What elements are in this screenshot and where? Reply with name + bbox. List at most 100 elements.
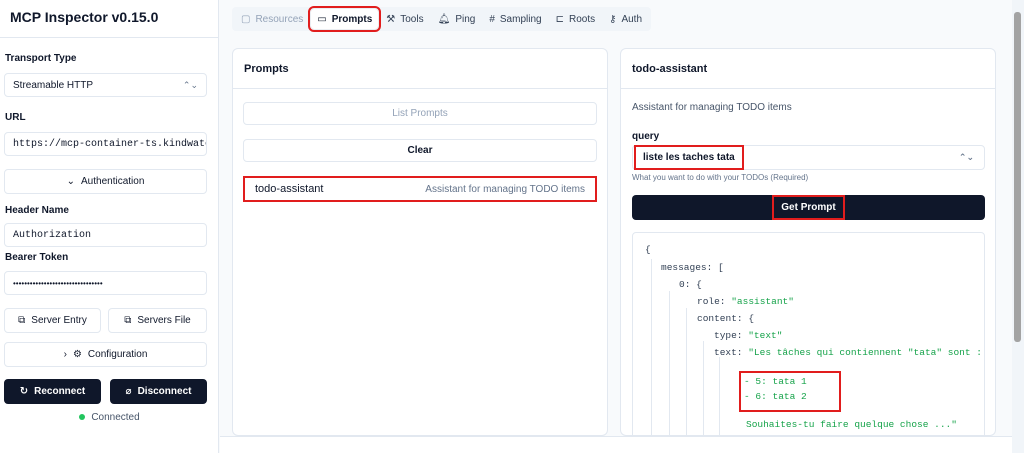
tab-prompts[interactable]: ▭ Prompts [308,6,382,32]
json-brace: { [696,279,702,290]
tab-label: Ping [455,13,476,25]
url-value: https://mcp-container-ts.kindwater [13,138,207,150]
chevron-down-icon: ⌄ [66,176,75,187]
prompt-description: Assistant for managing TODO items [425,183,585,195]
indent-guide [686,308,687,451]
list-prompts-button[interactable]: List Prompts [243,102,597,125]
prompt-detail-description: Assistant for managing TODO items [632,102,792,113]
reconnect-button[interactable]: ↻ Reconnect [4,379,101,404]
prompt-name: todo-assistant [255,183,324,195]
tab-ping[interactable]: 🔔︎ Ping [432,9,482,29]
disconnect-label: Disconnect [137,386,192,397]
header-name-input[interactable]: Authorization [4,223,207,247]
json-text-line-2: - 5: tata 1 [744,376,807,387]
json-type-line: type: "text" [714,330,782,341]
server-entry-label: Server Entry [31,315,87,326]
disconnect-button[interactable]: ⌀ Disconnect [110,379,207,404]
reconnect-label: Reconnect [34,386,86,397]
tab-label: Auth [621,13,643,25]
json-key: content: [697,313,743,324]
app-title: MCP Inspector v0.15.0 [0,0,218,38]
configuration-button[interactable]: › ⚙ Configuration [4,342,207,367]
bearer-token-label: Bearer Token [5,252,69,263]
transport-type-select[interactable]: Streamable HTTP ⌃⌄ [4,73,207,97]
authentication-label: Authentication [81,176,145,187]
json-string: "assistant" [731,296,794,307]
tab-label: Prompts [331,13,373,25]
tab-sampling[interactable]: # Sampling [483,9,547,29]
authentication-button[interactable]: ⌄ Authentication [4,169,207,194]
tools-icon: ⚒ [386,13,396,25]
gear-icon: ⚙ [72,349,82,360]
query-input[interactable]: liste les taches tata ⌃⌄ [632,145,985,170]
header-name-value: Authorization [13,229,92,241]
resources-icon: ▢ [241,13,251,25]
tab-label: Tools [400,13,424,25]
get-prompt-label: Get Prompt [772,195,845,220]
bearer-token-value: •••••••••••••••••••••••••••••••• [13,278,103,288]
indent-guide [669,291,670,451]
transport-type-label: Transport Type [5,53,77,64]
json-content-line: content: { [697,313,754,324]
query-value: liste les taches tata [634,145,744,170]
json-result-viewer: { messages: [ 0: { role: "assistant" con… [632,232,985,452]
query-help-text: What you want to do with your TODOs (Req… [632,173,809,182]
json-text-line: text: "Les tâches qui contiennent "tata"… [714,347,982,358]
json-key: 0: [679,279,691,290]
prompt-detail-panel: todo-assistant Assistant for managing TO… [620,48,996,452]
prompts-icon: ▭ [317,13,327,25]
json-index-line: 0: { [679,279,702,290]
prompts-panel-title: Prompts [233,49,607,89]
refresh-icon: ↻ [19,386,29,397]
copy-icon: ⧉ [18,315,26,326]
sidebar: MCP Inspector v0.15.0 Transport Type Str… [0,0,219,453]
copy-icon: ⧉ [124,315,132,326]
json-key: role: [697,296,726,307]
query-label: query [632,131,660,142]
connection-status: Connected [0,412,219,423]
json-key: type: [714,330,743,341]
page-scrollbar[interactable] [1012,0,1024,453]
prompt-list-item[interactable]: todo-assistant Assistant for managing TO… [243,176,597,202]
server-entry-button[interactable]: ⧉ Server Entry [4,308,101,333]
status-dot [79,414,86,421]
tab-label: Sampling [499,13,542,25]
tab-label: Roots [568,13,596,25]
transport-type-value: Streamable HTTP [13,79,94,91]
tab-roots[interactable]: ⊏ Roots [550,9,602,29]
detail-panel-title: todo-assistant [621,49,995,89]
roots-icon: ⊏ [555,13,564,25]
tab-resources[interactable]: ▢ Resources [235,9,309,29]
url-label: URL [5,112,26,123]
unplug-icon: ⌀ [125,386,132,397]
servers-file-label: Servers File [137,315,191,326]
tab-auth[interactable]: ⚷ Auth [603,9,648,29]
tab-bar: ▢ Resources ▭ Prompts ⚒ Tools 🔔︎ Ping # … [232,6,652,32]
tab-label: Resources [255,13,304,25]
clear-button[interactable]: Clear [243,139,597,162]
json-open-brace: { [645,244,651,255]
json-brace: { [748,313,755,324]
url-input[interactable]: https://mcp-container-ts.kindwater [4,132,207,156]
bell-icon: 🔔︎ [437,13,451,25]
key-icon: ⚷ [609,13,617,25]
tab-tools[interactable]: ⚒ Tools [380,9,429,29]
indent-guide [651,259,652,451]
json-text-line-4: Souhaites-tu faire quelque chose ..." [746,419,957,430]
prompts-panel: Prompts List Prompts Clear todo-assistan… [232,48,608,436]
json-text-line-3: - 6: tata 2 [744,391,807,402]
bottom-resize-bar[interactable] [220,436,1015,453]
get-prompt-button[interactable]: Get Prompt [632,195,985,220]
header-name-label: Header Name [5,205,69,216]
configuration-label: Configuration [87,349,148,360]
hash-icon: # [489,13,495,25]
json-string: "Les tâches qui contiennent "tata" sont … [748,347,982,358]
bearer-token-input[interactable]: •••••••••••••••••••••••••••••••• [4,271,207,295]
servers-file-button[interactable]: ⧉ Servers File [108,308,207,333]
json-messages-line: messages: [ [661,262,724,273]
json-key: text: [714,347,743,358]
scrollbar-thumb[interactable] [1014,12,1021,342]
json-string: "text" [748,330,783,341]
chevron-right-icon: › [63,349,67,360]
chevron-updown-icon: ⌃⌄ [182,79,198,90]
